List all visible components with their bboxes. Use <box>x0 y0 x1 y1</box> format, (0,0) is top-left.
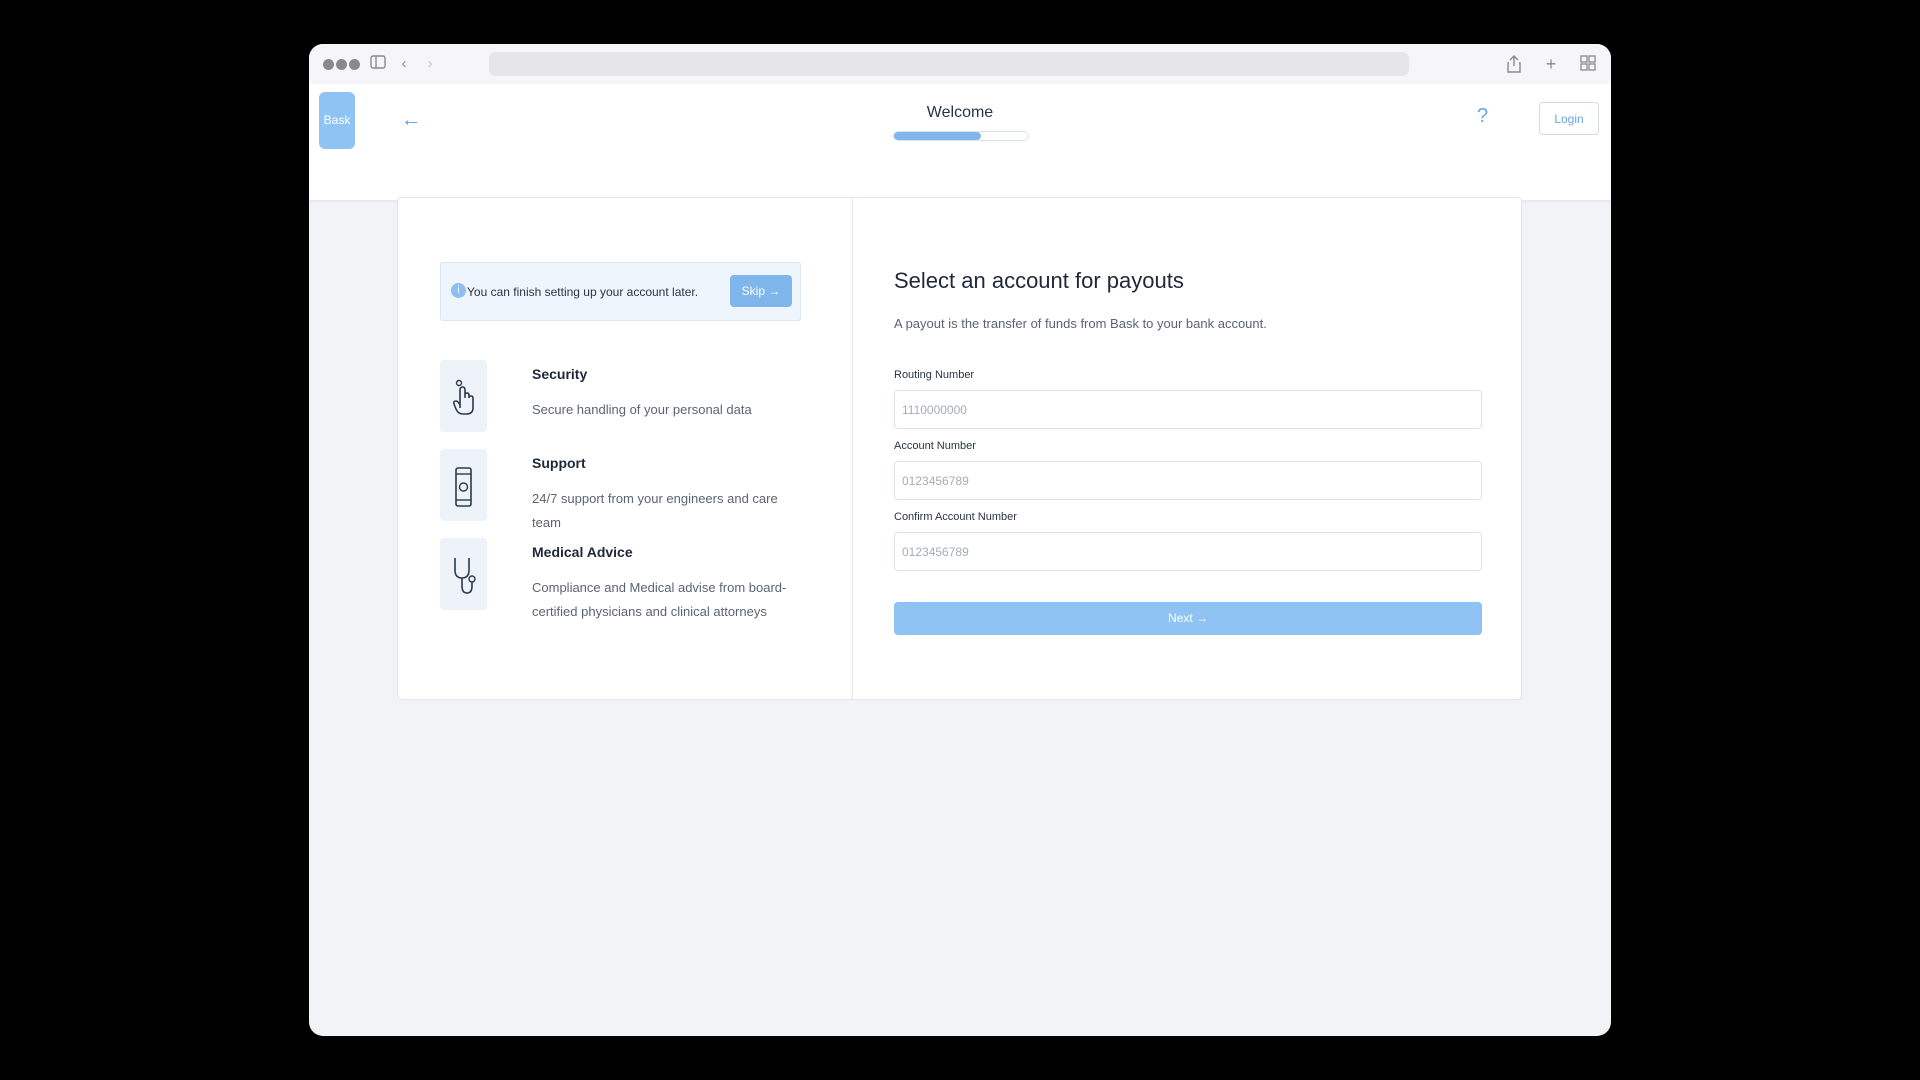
browser-window: ‹ › + Bask ← Welcome ? Login i You can f… <box>309 44 1611 1036</box>
help-icon[interactable]: ? <box>1477 104 1488 128</box>
feature-description: Secure handling of your personal data <box>532 402 752 417</box>
browser-chrome: ‹ › + <box>309 44 1611 84</box>
routing-number-input[interactable] <box>894 390 1482 429</box>
feature-title: Support <box>532 455 586 471</box>
info-icon: i <box>451 283 466 298</box>
login-button[interactable]: Login <box>1539 102 1599 135</box>
confirm-account-number-label: Confirm Account Number <box>894 511 1017 523</box>
feature-title: Security <box>532 366 588 382</box>
onboarding-progress-bar <box>893 131 1029 141</box>
routing-number-label: Routing Number <box>894 369 975 381</box>
progress-fill <box>894 132 982 140</box>
tab-overview-icon[interactable] <box>1579 55 1597 73</box>
phone-icon <box>440 449 487 521</box>
zoom-window-dot[interactable] <box>349 59 360 70</box>
form-title: Select an account for payouts <box>894 268 1184 293</box>
next-button[interactable]: Next → <box>894 602 1482 635</box>
setup-later-notice: i You can finish setting up your account… <box>440 262 801 321</box>
page-title: Welcome <box>926 104 994 121</box>
stethoscope-icon <box>440 538 487 610</box>
hand-pointer-icon <box>440 360 487 432</box>
form-subtitle: A payout is the transfer of funds from B… <box>894 316 1267 331</box>
app-header: Bask ← Welcome ? Login <box>309 84 1611 201</box>
new-tab-icon[interactable]: + <box>1542 55 1560 73</box>
share-icon[interactable] <box>1505 55 1523 73</box>
account-number-input[interactable] <box>894 461 1482 500</box>
notice-text: You can finish setting up your account l… <box>467 285 699 299</box>
address-bar[interactable] <box>489 52 1409 76</box>
account-number-label: Account Number <box>894 440 976 452</box>
feature-title: Medical Advice <box>532 544 633 560</box>
card-divider <box>852 198 853 699</box>
minimize-window-dot[interactable] <box>336 59 347 70</box>
feature-description: Compliance and Medical advise from board… <box>532 580 787 619</box>
close-window-dot[interactable] <box>323 59 334 70</box>
browser-forward-icon[interactable]: › <box>421 55 439 73</box>
sidebar-toggle-icon[interactable] <box>369 55 387 73</box>
confirm-account-number-input[interactable] <box>894 532 1482 571</box>
feature-description: 24/7 support from your engineers and car… <box>532 491 778 530</box>
browser-back-icon[interactable]: ‹ <box>395 55 413 73</box>
skip-button[interactable]: Skip → <box>730 275 792 307</box>
onboarding-card: i You can finish setting up your account… <box>397 197 1522 700</box>
